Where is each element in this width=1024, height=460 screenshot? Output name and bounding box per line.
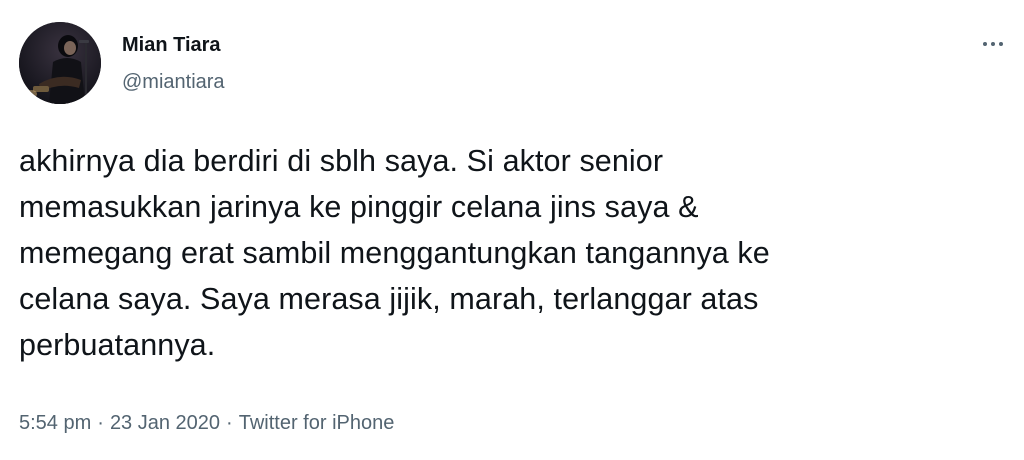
meta-separator: · (97, 412, 104, 434)
more-options-button[interactable] (976, 34, 1010, 54)
tweet-date-link[interactable]: 23 Jan 2020 (110, 410, 220, 436)
more-dot (991, 42, 995, 46)
tweet-time-link[interactable]: 5:54 pm (19, 410, 91, 436)
avatar-image (19, 22, 101, 104)
tweet-text: akhirnya dia berdiri di sblh saya. Si ak… (19, 144, 770, 362)
tweet-source-link[interactable]: Twitter for iPhone (239, 410, 395, 436)
more-options-icon (983, 42, 1003, 46)
avatar[interactable] (19, 22, 101, 104)
tweet-meta: 5:54 pm · 23 Jan 2020 · Twitter for iPho… (19, 410, 394, 436)
meta-separator: · (226, 412, 233, 434)
tweet-card: Mian Tiara @miantiara akhirnya dia berdi… (0, 0, 1024, 460)
more-dot (999, 42, 1003, 46)
author-display-name[interactable]: Mian Tiara (122, 33, 221, 57)
more-dot (983, 42, 987, 46)
author-handle[interactable]: @miantiara (122, 70, 225, 94)
